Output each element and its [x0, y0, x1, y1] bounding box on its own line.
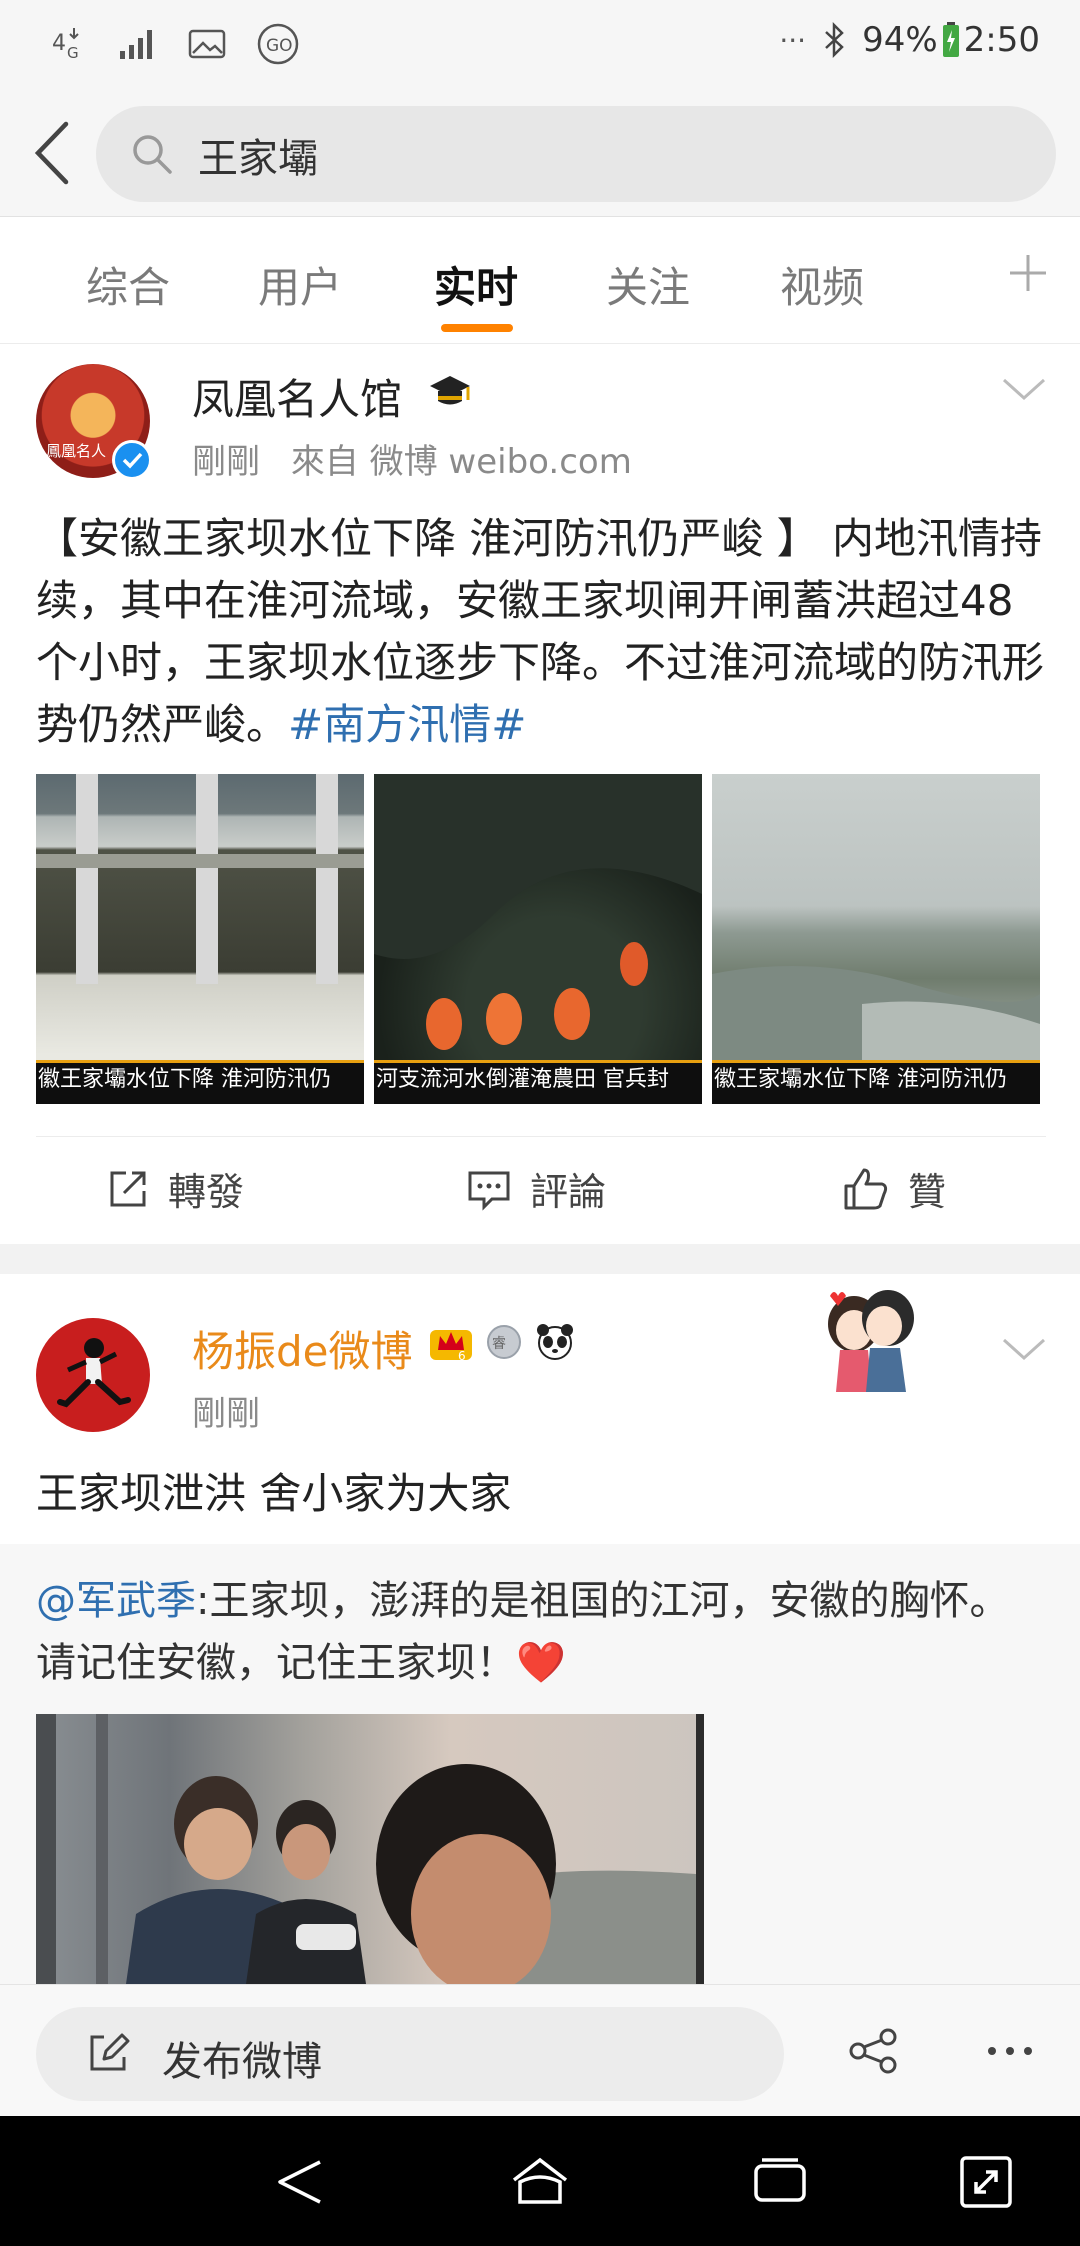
back-button[interactable] [26, 118, 82, 188]
repost-image[interactable] [36, 1714, 704, 1984]
share-icon [110, 1171, 146, 1206]
svg-text:睿: 睿 [492, 1336, 506, 1352]
back-icon [34, 121, 69, 185]
go-app-icon: GO [256, 22, 300, 66]
repost-text: @军武季:王家坝，澎湃的是祖国的江河，安徽的胸怀。 请记住安徽，记住王家坝！❤️ [36, 1570, 1036, 1694]
post-author[interactable]: 杨振de微博 [192, 1318, 413, 1379]
feed-divider [0, 1244, 1080, 1274]
status-bar: 4G GO ··· 94% 2:50 [0, 0, 1080, 92]
tab-users[interactable]: 用户 [258, 254, 342, 315]
tab-bar: 综合 用户 实时 关注 视频 [0, 218, 1080, 344]
post-time: 剛剛 [192, 1394, 260, 1434]
comment-button[interactable]: 評論 [466, 1161, 606, 1216]
chevron-down-icon [1002, 1338, 1046, 1361]
status-dots: ··· [779, 23, 807, 57]
post-time: 剛剛 [192, 442, 260, 482]
compose-bar: 发布微博 [0, 1984, 1080, 2116]
share-button[interactable] [848, 2027, 900, 2079]
repost-label: 轉發 [168, 1170, 245, 1214]
mention-link[interactable]: @军武季 [36, 1578, 196, 1624]
post-actions: 轉發 評論 贊 [36, 1136, 1046, 1236]
graduation-cap-icon [428, 370, 472, 418]
user-badges: 6 睿 [428, 1320, 576, 1366]
post-author[interactable]: 凤凰名人馆 [192, 366, 402, 427]
battery-percent: 94% [862, 20, 938, 60]
post-card: 杨振de微博 6 睿 剛剛 王家坝泄洪 舍小家为大家 @军武季:王家坝，澎湃的是… [0, 1274, 1080, 1984]
svg-text:6: 6 [458, 1349, 466, 1362]
like-button[interactable]: 贊 [842, 1161, 946, 1216]
system-nav-bar [0, 2116, 1080, 2246]
search-input[interactable]: 王家壩 [96, 106, 1056, 202]
vip-crown-icon: 6 [428, 1320, 474, 1366]
comment-label: 評論 [530, 1170, 607, 1214]
battery-charging-icon [942, 22, 960, 58]
post-menu-button[interactable] [1000, 1334, 1048, 1368]
couple-sticker [800, 1274, 970, 1394]
share-nodes-icon [849, 2028, 897, 2074]
edit-icon [86, 2031, 130, 2079]
search-header: 王家壩 [0, 92, 1080, 217]
clock: 2:50 [963, 20, 1040, 60]
post-image[interactable]: 河支流河水倒灌淹農田 官兵封 [374, 774, 702, 1104]
image-caption: 徽王家壩水位下降 淮河防汛仍 [36, 1060, 364, 1104]
bluetooth-icon [822, 21, 846, 59]
plus-icon [1010, 255, 1046, 291]
like-icon [844, 1168, 888, 1209]
avatar[interactable] [36, 1318, 150, 1432]
image-notification-icon [188, 28, 226, 60]
tab-comprehensive[interactable]: 综合 [86, 254, 170, 315]
search-icon [130, 132, 174, 180]
signal-icon [118, 27, 158, 61]
tab-realtime[interactable]: 实时 [434, 254, 518, 315]
post-image[interactable]: 徽王家壩水位下降 淮河防汛仍 [712, 774, 1040, 1104]
post-text: 【安徽王家坝水位下降 淮河防汛仍严峻 】 内地汛情持续，其中在淮河流域，安徽王家… [36, 508, 1046, 756]
like-label: 贊 [908, 1170, 947, 1214]
chevron-down-icon [1002, 378, 1046, 401]
hashtag-link[interactable]: #南方汛情# [288, 700, 526, 749]
post-source: 來自 微博 weibo.com [290, 442, 632, 482]
post-body: 王家坝泄洪 舍小家为大家 [36, 1469, 512, 1518]
heart-emoji: ❤️ [516, 1640, 566, 1686]
search-query: 王家壩 [198, 136, 318, 182]
image-caption: 徽王家壩水位下降 淮河防汛仍 [712, 1060, 1040, 1104]
svg-text:G: G [67, 44, 79, 62]
nav-recents-button[interactable] [752, 2154, 808, 2214]
network-4g-icon: 4G [52, 24, 88, 64]
nav-recents-icon [754, 2158, 806, 2202]
nav-home-button[interactable] [510, 2154, 570, 2214]
active-tab-indicator [441, 324, 513, 332]
post-meta: 剛剛 來自 微博 weibo.com [192, 434, 632, 483]
post-image[interactable]: 徽王家壩水位下降 淮河防汛仍 [36, 774, 364, 1104]
nav-home-icon [512, 2157, 568, 2204]
verified-icon [112, 440, 152, 480]
add-tab-button[interactable] [1006, 248, 1050, 308]
image-grid: 徽王家壩水位下降 淮河防汛仍 河支流河水倒灌淹農田 官兵封 徽王家壩水位下降 淮… [36, 774, 1040, 1104]
post-menu-button[interactable] [1000, 374, 1048, 408]
tab-following[interactable]: 关注 [606, 254, 690, 315]
medal-icon: 睿 [484, 1320, 524, 1366]
more-icon [988, 2047, 1032, 2055]
panda-icon [534, 1320, 576, 1366]
svg-text:GO: GO [266, 36, 293, 56]
repost-button[interactable]: 轉發 [106, 1161, 244, 1216]
avatar-label: 鳳凰名人 [46, 442, 107, 460]
expand-icon [960, 2156, 1012, 2208]
tab-videos[interactable]: 视频 [780, 254, 864, 315]
nav-back-icon [278, 2160, 321, 2204]
comment-icon [468, 1171, 510, 1211]
compose-placeholder: 发布微博 [162, 2039, 322, 2085]
reposted-content[interactable]: @军武季:王家坝，澎湃的是祖国的江河，安徽的胸怀。 请记住安徽，记住王家坝！❤️ [0, 1544, 1080, 1984]
post-body: 【安徽王家坝水位下降 淮河防汛仍严峻 】 内地汛情持续，其中在淮河流域，安徽王家… [36, 514, 1045, 749]
svg-text:4: 4 [52, 31, 66, 56]
image-caption: 河支流河水倒灌淹農田 官兵封 [374, 1060, 702, 1104]
nav-expand-button[interactable] [958, 2154, 1014, 2214]
more-button[interactable] [986, 2025, 1036, 2071]
nav-back-button[interactable] [272, 2154, 328, 2214]
post-card: 鳳凰名人 凤凰名人馆 剛剛 來自 微博 weibo.com 【安徽王家坝水位下降… [0, 344, 1080, 1244]
compose-input[interactable]: 发布微博 [36, 2007, 784, 2101]
